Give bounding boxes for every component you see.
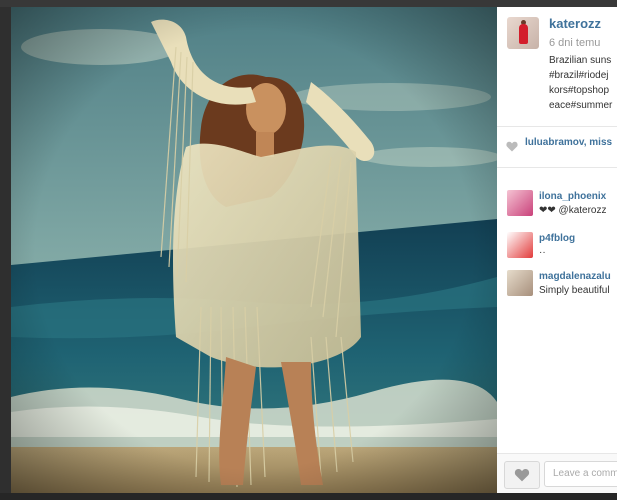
caption-line[interactable]: eace#summer <box>549 98 617 113</box>
commenter-avatar[interactable] <box>507 270 533 296</box>
caption-line: Brazilian suns <box>549 55 612 66</box>
bottom-frame <box>0 493 617 500</box>
comment-text: ·· <box>539 247 546 258</box>
post-header: katerozz 6 dni temu Brazilian suns #braz… <box>497 7 617 127</box>
comment-item: p4fblog ·· <box>497 232 617 268</box>
like-button[interactable] <box>504 461 540 489</box>
caption-line[interactable]: #brazil#riodej <box>549 68 617 83</box>
likes-list[interactable]: luluabramov, miss <box>525 137 612 148</box>
comment-item: magdalenazalu Simply beautiful <box>497 270 617 306</box>
post-side-panel: katerozz 6 dni temu Brazilian suns #braz… <box>497 7 617 493</box>
caption-line[interactable]: kors#topshop <box>549 83 617 98</box>
likes-row: luluabramov, miss <box>497 127 617 168</box>
comment-input[interactable]: Leave a comment... <box>544 461 617 487</box>
heart-icon <box>514 468 530 482</box>
post-timestamp[interactable]: 6 dni temu <box>549 37 600 49</box>
comment-username[interactable]: magdalenazalu <box>539 271 611 282</box>
comment-text: ❤❤ @katerozz <box>539 205 607 216</box>
top-frame <box>0 0 617 7</box>
post-photo[interactable] <box>11 7 497 493</box>
post-footer: Leave a comment... <box>497 453 617 493</box>
comment-username[interactable]: p4fblog <box>539 233 575 244</box>
heart-icon <box>506 141 518 152</box>
comment-text: Simply beautiful <box>539 285 610 296</box>
commenter-avatar[interactable] <box>507 190 533 216</box>
post-username[interactable]: katerozz <box>549 16 601 31</box>
post-caption: Brazilian suns #brazil#riodej kors#topsh… <box>549 53 617 113</box>
beach-photo-illustration <box>11 7 497 493</box>
comment-item: ilona_phoenix ❤❤ @katerozz <box>497 190 617 226</box>
comment-username[interactable]: ilona_phoenix <box>539 191 606 202</box>
commenter-avatar[interactable] <box>507 232 533 258</box>
user-avatar[interactable] <box>507 17 539 49</box>
